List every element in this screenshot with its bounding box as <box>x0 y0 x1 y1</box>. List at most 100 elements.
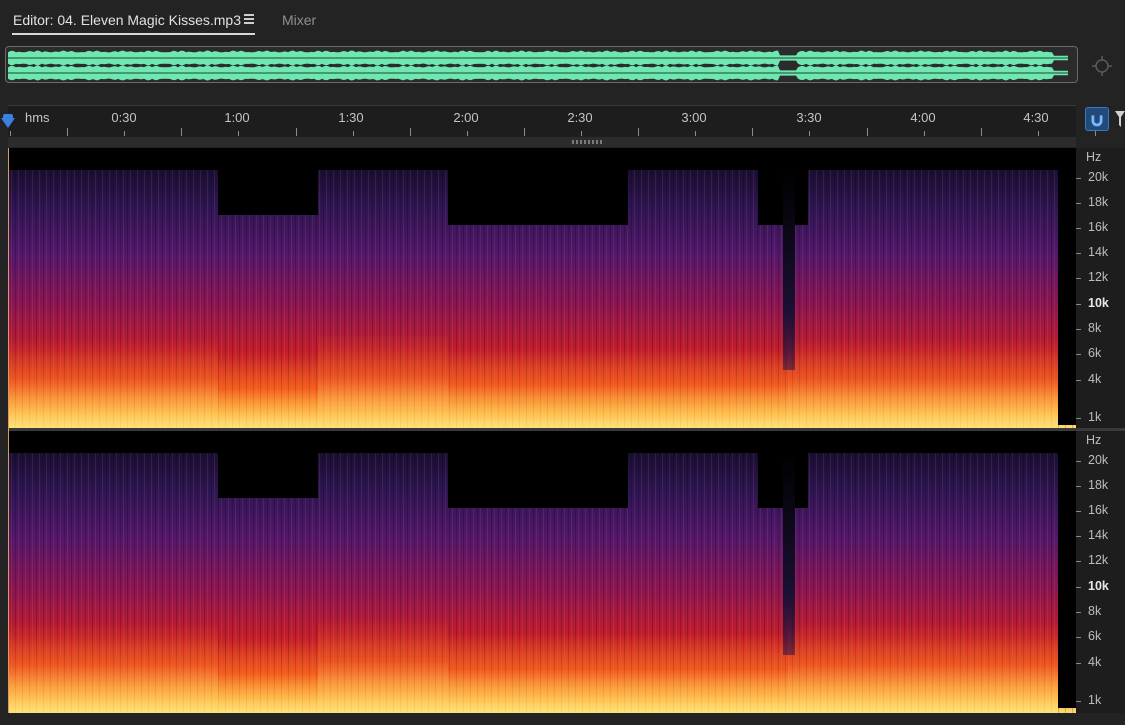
spectrogram-cutoff <box>218 148 318 215</box>
spectrogram-energy-band <box>448 633 788 713</box>
hamburger-menu-icon[interactable] <box>244 14 254 26</box>
spectrogram-energy-band <box>318 618 448 713</box>
ruler-tick <box>523 128 525 136</box>
frequency-label: 8k <box>1088 604 1102 618</box>
frequency-label: 8k <box>1088 321 1102 335</box>
spectrogram-energy-band <box>318 333 448 428</box>
spectrogram-energy-band <box>218 643 318 713</box>
hz-unit-label: Hz <box>1086 150 1102 164</box>
frequency-tick <box>1076 354 1081 355</box>
frequency-label: 18k <box>1088 478 1109 492</box>
frequency-tick <box>1076 380 1081 381</box>
frequency-tick <box>1076 203 1081 204</box>
active-tab-underline <box>12 33 255 35</box>
frequency-tick <box>1076 511 1081 512</box>
spectrogram-energy-band <box>788 623 1058 713</box>
panel-divider[interactable] <box>8 137 1076 147</box>
spectral-channel-right[interactable] <box>8 431 1076 713</box>
frequency-tick <box>1076 486 1081 487</box>
spectrogram-cutoff <box>448 148 628 225</box>
frequency-tick <box>1076 329 1081 330</box>
ruler-tick <box>809 131 811 136</box>
ruler-unit: hms <box>25 110 50 125</box>
tab-editor[interactable]: Editor: 04. Eleven Magic Kisses.mp3 <box>12 12 255 35</box>
frequency-tick <box>1076 536 1081 537</box>
frequency-axis-left: Hz 20k 18k 16k 14k 12k 10k 8k 6k 4k 1k <box>1076 148 1125 428</box>
ruler-tick <box>10 131 11 136</box>
ruler-label: 2:30 <box>567 110 593 125</box>
spectrogram-gap <box>783 170 795 370</box>
ruler-tick <box>581 131 582 136</box>
spectrogram-cutoff <box>1058 431 1076 708</box>
ruler-tick <box>67 128 69 136</box>
frequency-label: 18k <box>1088 195 1109 209</box>
snap-button[interactable] <box>1085 107 1109 131</box>
time-ruler[interactable]: hms 0:30 1:00 1:30 2:00 2:30 3:00 3:30 4:00 4:30 <box>8 105 1096 138</box>
spectrogram-cutoff <box>218 431 318 498</box>
frequency-axis-right: Hz 20k 18k 16k 14k 12k 10k 8k 6k 4k 1k <box>1076 431 1125 713</box>
frequency-tick <box>1076 637 1081 638</box>
frequency-tick <box>1076 228 1081 229</box>
spectrogram-cutoff <box>318 431 448 453</box>
ruler-tick <box>923 131 925 136</box>
overview-waveform <box>8 50 1068 81</box>
frequency-tick <box>1076 304 1081 305</box>
ruler-label: 2:00 <box>453 110 479 125</box>
ruler-tick <box>181 128 183 136</box>
ruler-tick <box>695 131 697 136</box>
spectrogram-cutoff <box>628 431 758 453</box>
spectrogram-energy-band <box>448 348 788 428</box>
frequency-label: 1k <box>1088 410 1102 424</box>
tab-mixer[interactable]: Mixer <box>282 12 316 28</box>
frequency-label: 12k <box>1088 270 1109 284</box>
frequency-label: 6k <box>1088 346 1102 360</box>
ruler-label: 4:00 <box>910 110 936 125</box>
spectrogram-cutoff <box>8 148 218 170</box>
hz-unit-label: Hz <box>1086 433 1102 447</box>
magnet-snap-icon <box>1091 115 1103 127</box>
ruler-tick <box>466 131 468 136</box>
frequency-label: 14k <box>1088 245 1109 259</box>
spectral-channel-left[interactable] <box>8 148 1076 428</box>
ruler-tick <box>238 131 240 136</box>
ruler-label: 3:30 <box>796 110 822 125</box>
spectrogram-energy-band <box>788 338 1058 428</box>
frequency-label: 4k <box>1088 372 1102 386</box>
spectrogram-cutoff <box>1058 148 1076 425</box>
ruler-tick <box>866 128 868 136</box>
ruler-tick <box>409 128 411 136</box>
ruler-tick <box>1037 131 1039 136</box>
frequency-label: 4k <box>1088 655 1102 669</box>
frequency-tick <box>1076 278 1081 279</box>
frequency-label: 12k <box>1088 553 1109 567</box>
ruler-tick <box>295 128 297 136</box>
status-strip <box>0 713 1125 725</box>
frequency-label: 1k <box>1088 693 1102 707</box>
ruler-tick <box>752 128 754 136</box>
frequency-label: 16k <box>1088 220 1109 234</box>
zoom-navigator-icon[interactable] <box>1091 55 1113 77</box>
resize-grip-icon[interactable] <box>572 140 602 144</box>
spectrogram-cutoff <box>808 431 1058 453</box>
frequency-tick <box>1076 178 1081 179</box>
spectrogram-cutoff <box>808 148 1058 170</box>
spectrogram-cutoff <box>8 431 218 453</box>
spectrogram-cutoff <box>318 148 448 170</box>
waveform-overview[interactable] <box>5 46 1078 83</box>
frequency-tick <box>1076 701 1081 702</box>
playhead-marker-icon[interactable] <box>1 118 15 128</box>
ruler-label: 4:30 <box>1023 110 1049 125</box>
ruler-label: 1:00 <box>224 110 250 125</box>
filter-icon[interactable] <box>1115 111 1125 127</box>
ruler-label: 0:30 <box>111 110 137 125</box>
frequency-tick <box>1076 253 1081 254</box>
frequency-label: 10k <box>1088 579 1109 593</box>
frequency-label: 20k <box>1088 453 1109 467</box>
frequency-tick <box>1076 587 1081 588</box>
frequency-label: 6k <box>1088 629 1102 643</box>
frequency-tick <box>1076 418 1081 419</box>
ruler-label: 3:00 <box>681 110 707 125</box>
ruler-tick <box>980 128 982 136</box>
spectrogram-energy-band <box>218 358 318 428</box>
spectrogram-energy-band <box>8 338 218 428</box>
